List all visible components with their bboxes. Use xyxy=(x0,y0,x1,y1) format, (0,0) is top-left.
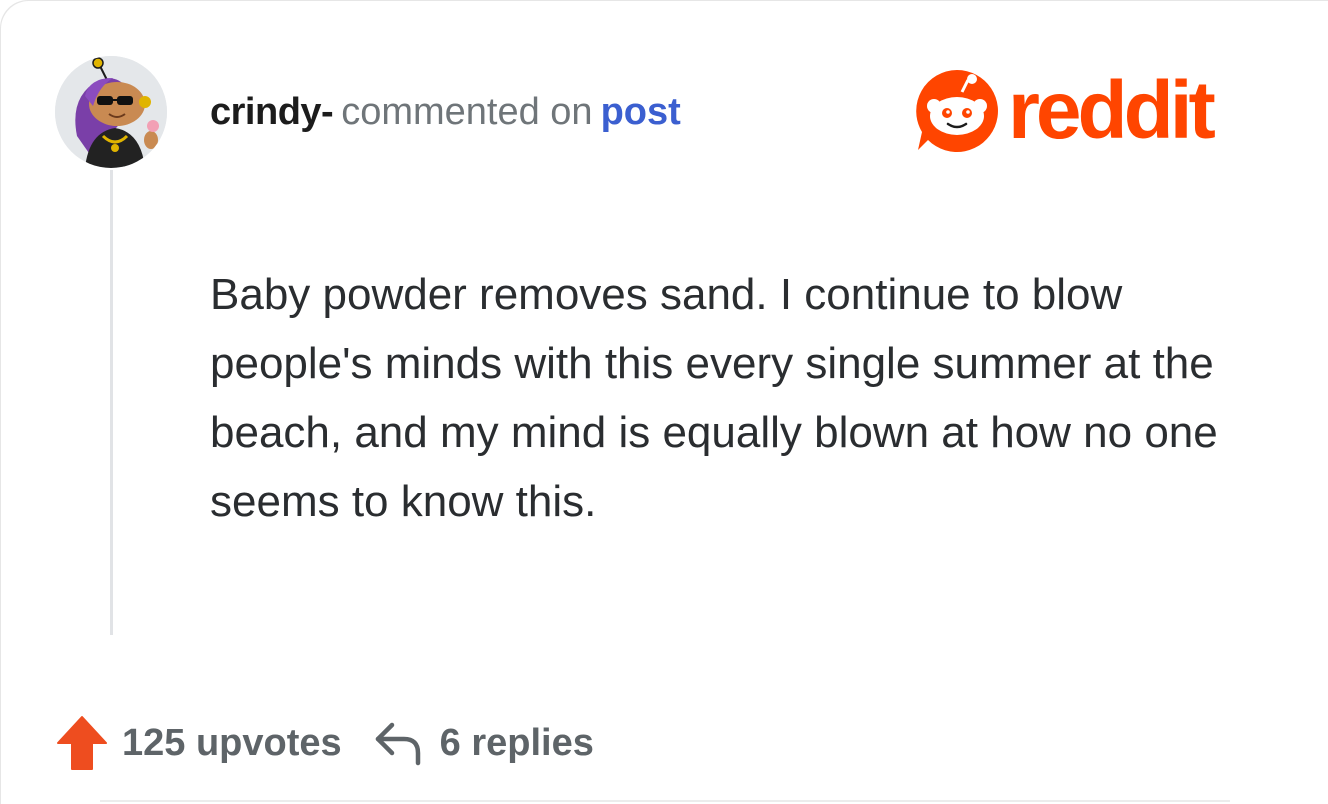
arrow-up-icon[interactable] xyxy=(56,715,108,771)
avatar-image xyxy=(55,56,167,168)
comment-card: crindy-commented on post reddit Baby powd… xyxy=(0,0,1328,804)
post-link[interactable]: post xyxy=(601,91,681,133)
comment-action-text: commented on xyxy=(341,91,593,133)
comment-header: crindy-commented on post xyxy=(210,88,681,136)
comment-footer: 125 upvotes 6 replies xyxy=(56,715,594,771)
thread-line xyxy=(110,170,113,635)
replies-count[interactable]: 6 replies xyxy=(440,722,594,765)
reply-arrow-icon[interactable] xyxy=(372,719,424,767)
user-avatar[interactable] xyxy=(55,56,167,168)
reddit-snoo-icon xyxy=(916,70,998,152)
upvote-count: 125 upvotes xyxy=(122,721,342,764)
reddit-logo: reddit xyxy=(912,65,1216,156)
username[interactable]: crindy- xyxy=(210,91,334,133)
divider xyxy=(100,800,1230,802)
comment-body: Baby powder removes sand. I continue to … xyxy=(210,270,1218,526)
reddit-wordmark: reddit xyxy=(1008,65,1216,156)
